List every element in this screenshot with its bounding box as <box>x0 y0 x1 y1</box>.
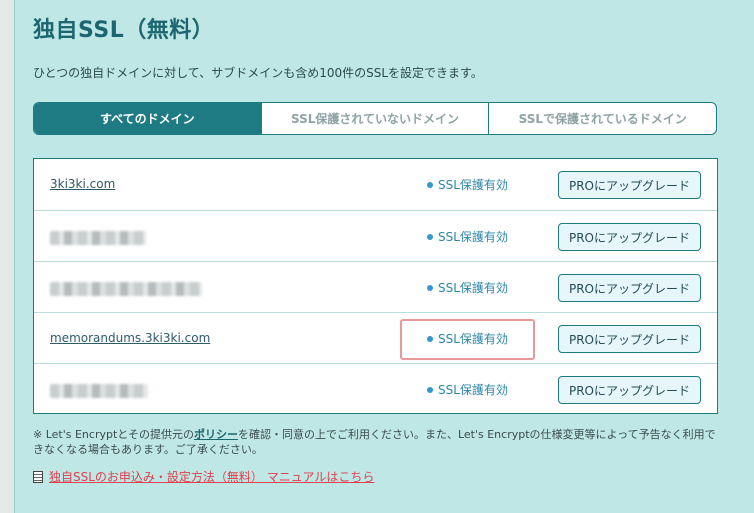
status-dot-icon <box>427 233 433 240</box>
note-prefix: ※ Let's Encryptとその提供元の <box>33 428 194 441</box>
domain-link[interactable]: memorandums.3ki3ki.com <box>50 331 210 345</box>
ssl-status-label: SSL保護有効 <box>438 383 508 397</box>
manual-link-label[interactable]: 独自SSLのお申込み・設定方法（無料） マニュアルはこちら <box>49 468 374 485</box>
ssl-status: SSL保護有効 <box>427 381 508 398</box>
status-dot-icon <box>427 284 433 291</box>
upgrade-pro-button[interactable]: PROにアップグレード <box>558 325 701 353</box>
upgrade-pro-button[interactable]: PROにアップグレード <box>558 223 701 251</box>
domain-filter-tabs: すべてのドメイン SSL保護されていないドメイン SSLで保護されているドメイン <box>33 102 717 135</box>
ssl-status-label: SSL保護有効 <box>438 332 508 346</box>
upgrade-pro-button[interactable]: PROにアップグレード <box>558 171 701 199</box>
status-dot-icon <box>427 386 433 393</box>
ssl-status: SSL保護有効 <box>427 228 508 245</box>
domain-row: SSL保護有効 PROにアップグレード <box>34 261 717 312</box>
domain-list: 3ki3ki.com SSL保護有効 PROにアップグレード SSL保護有効 P… <box>33 158 718 414</box>
domain-row: memorandums.3ki3ki.com SSL保護有効 PROにアップグレ… <box>34 312 717 363</box>
upgrade-pro-button[interactable]: PROにアップグレード <box>558 274 701 302</box>
status-dot-icon <box>427 335 433 342</box>
manual-link[interactable]: 独自SSLのお申込み・設定方法（無料） マニュアルはこちら <box>33 468 374 485</box>
ssl-status-label: SSL保護有効 <box>438 230 508 244</box>
tab-protected-domains[interactable]: SSLで保護されているドメイン <box>488 103 716 134</box>
ssl-panel: 独自SSL（無料） ひとつの独自ドメインに対して、サブドメインも含め100件のS… <box>14 0 754 513</box>
domain-link[interactable]: 3ki3ki.com <box>50 177 115 191</box>
page-description: ひとつの独自ドメインに対して、サブドメインも含め100件のSSLを設定できます。 <box>33 66 483 80</box>
upgrade-pro-button[interactable]: PROにアップグレード <box>558 376 701 404</box>
tab-all-domains[interactable]: すべてのドメイン <box>34 103 261 134</box>
policy-link[interactable]: ポリシー <box>194 428 238 441</box>
blurred-domain-name <box>50 282 202 296</box>
status-dot-icon <box>427 181 433 188</box>
tab-unprotected-domains[interactable]: SSL保護されていないドメイン <box>260 103 489 134</box>
page-title: 独自SSL（無料） <box>33 18 215 43</box>
ssl-status-label: SSL保護有効 <box>438 281 508 295</box>
domain-row: 3ki3ki.com SSL保護有効 PROにアップグレード <box>34 159 717 210</box>
disclaimer-note: ※ Let's Encryptとその提供元のポリシーを確認・同意の上でご利用くだ… <box>33 427 723 457</box>
blurred-domain-name <box>50 384 148 398</box>
domain-row: SSL保護有効 PROにアップグレード <box>34 363 717 414</box>
ssl-status: SSL保護有効 <box>427 176 508 193</box>
blurred-domain-name <box>50 231 146 245</box>
ssl-status: SSL保護有効 <box>427 330 508 347</box>
document-icon <box>33 470 43 483</box>
ssl-status: SSL保護有効 <box>427 279 508 296</box>
domain-row: SSL保護有効 PROにアップグレード <box>34 210 717 261</box>
ssl-status-label: SSL保護有効 <box>438 178 508 192</box>
